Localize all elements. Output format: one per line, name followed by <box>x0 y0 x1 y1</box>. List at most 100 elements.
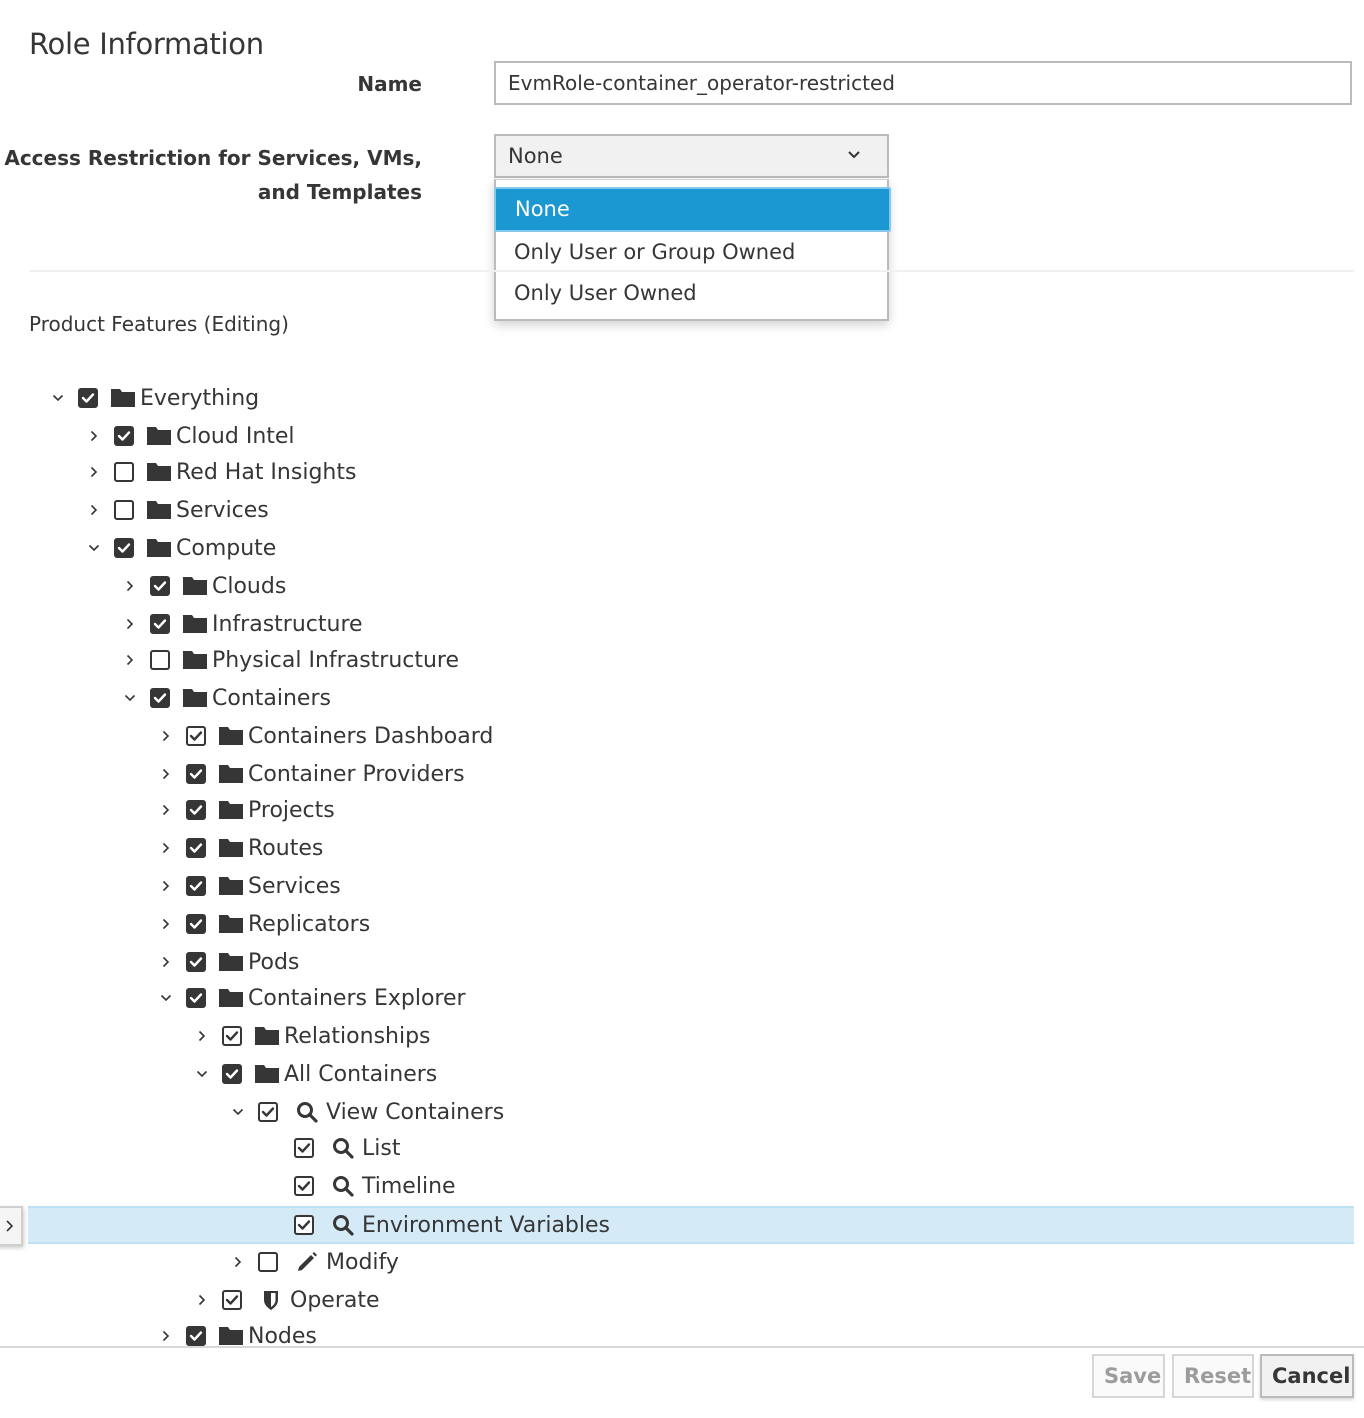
tree-node-label[interactable]: Nodes <box>248 1324 317 1349</box>
tree-node[interactable]: Infrastructure <box>28 606 1354 642</box>
tree-node-label[interactable]: Services <box>176 498 269 523</box>
tree-node[interactable]: View Containers <box>28 1094 1354 1130</box>
dropdown-option-none[interactable]: None <box>494 187 891 232</box>
tree-node[interactable]: Operate <box>28 1282 1354 1318</box>
tree-node-label[interactable]: Everything <box>140 386 259 411</box>
tree-node-label[interactable]: Compute <box>176 536 276 561</box>
tree-node-checkbox[interactable] <box>186 1326 206 1346</box>
tree-node-checkbox[interactable] <box>78 388 98 408</box>
tree-node[interactable]: Replicators <box>28 906 1354 942</box>
tree-node-label[interactable]: Cloud Intel <box>176 424 295 449</box>
chevron-right-icon[interactable] <box>228 1250 248 1274</box>
tree-node-checkbox[interactable] <box>114 426 134 446</box>
tree-node-label[interactable]: Containers Explorer <box>248 986 466 1011</box>
tree-node[interactable]: Clouds <box>28 568 1354 604</box>
cancel-button[interactable]: Cancel <box>1260 1354 1354 1398</box>
chevron-right-icon[interactable] <box>84 424 104 448</box>
tree-node-label[interactable]: Projects <box>248 798 335 823</box>
name-input[interactable] <box>494 61 1352 105</box>
chevron-right-icon[interactable] <box>156 836 176 860</box>
tree-node-checkbox[interactable] <box>258 1252 278 1272</box>
chevron-right-icon[interactable] <box>156 762 176 786</box>
tree-node[interactable]: All Containers <box>28 1056 1354 1092</box>
chevron-right-icon[interactable] <box>192 1288 212 1312</box>
tree-node-label[interactable]: All Containers <box>284 1062 437 1087</box>
tree-node[interactable]: Containers Explorer <box>28 980 1354 1016</box>
tree-node-checkbox[interactable] <box>258 1102 278 1122</box>
tree-node-checkbox[interactable] <box>114 500 134 520</box>
chevron-right-icon[interactable] <box>156 798 176 822</box>
chevron-right-icon[interactable] <box>156 874 176 898</box>
tree-node-checkbox[interactable] <box>294 1176 314 1196</box>
chevron-right-icon[interactable] <box>192 1024 212 1048</box>
tree-node-checkbox[interactable] <box>150 688 170 708</box>
tree-node-label[interactable]: Pods <box>248 950 299 975</box>
chevron-right-icon[interactable] <box>156 724 176 748</box>
tree-node-checkbox[interactable] <box>150 614 170 634</box>
tree-node[interactable]: Services <box>28 868 1354 904</box>
tree-node-label[interactable]: Services <box>248 874 341 899</box>
tree-node-label[interactable]: Clouds <box>212 574 286 599</box>
chevron-down-icon[interactable] <box>120 686 140 710</box>
sidebar-expand-toggle[interactable] <box>0 1206 23 1246</box>
tree-node-checkbox[interactable] <box>222 1290 242 1310</box>
tree-node-checkbox[interactable] <box>186 800 206 820</box>
tree-node[interactable]: Environment Variables <box>28 1206 1354 1244</box>
tree-node-label[interactable]: Containers <box>212 686 331 711</box>
tree-node[interactable]: Compute <box>28 530 1354 566</box>
tree-node-label[interactable]: Physical Infrastructure <box>212 648 459 673</box>
dropdown-option-only-user-owned[interactable]: Only User Owned <box>496 273 887 313</box>
tree-node-checkbox[interactable] <box>186 876 206 896</box>
chevron-right-icon[interactable] <box>120 574 140 598</box>
tree-node-label[interactable]: Containers Dashboard <box>248 724 493 749</box>
tree-node[interactable]: Timeline <box>28 1168 1354 1204</box>
chevron-right-icon[interactable] <box>120 648 140 672</box>
chevron-right-icon[interactable] <box>120 612 140 636</box>
tree-node[interactable]: List <box>28 1130 1354 1166</box>
tree-node-checkbox[interactable] <box>222 1026 242 1046</box>
chevron-right-icon[interactable] <box>84 498 104 522</box>
tree-node-label[interactable]: Red Hat Insights <box>176 460 356 485</box>
tree-node[interactable]: Relationships <box>28 1018 1354 1054</box>
tree-node[interactable]: Projects <box>28 792 1354 828</box>
chevron-down-icon[interactable] <box>192 1062 212 1086</box>
tree-node-checkbox[interactable] <box>114 538 134 558</box>
tree-node-checkbox[interactable] <box>294 1138 314 1158</box>
tree-node[interactable]: Everything <box>28 380 1354 416</box>
tree-node-label[interactable]: Modify <box>326 1250 399 1275</box>
tree-node-label[interactable]: Replicators <box>248 912 370 937</box>
tree-node[interactable]: Pods <box>28 944 1354 980</box>
chevron-right-icon[interactable] <box>156 1324 176 1348</box>
chevron-right-icon[interactable] <box>84 460 104 484</box>
chevron-down-icon[interactable] <box>84 536 104 560</box>
access-restriction-select[interactable]: None <box>494 134 889 178</box>
chevron-down-icon[interactable] <box>48 386 68 410</box>
tree-node-checkbox[interactable] <box>186 838 206 858</box>
tree-node-checkbox[interactable] <box>222 1064 242 1084</box>
tree-node[interactable]: Cloud Intel <box>28 418 1354 454</box>
tree-node[interactable]: Containers <box>28 680 1354 716</box>
tree-node-checkbox[interactable] <box>186 988 206 1008</box>
tree-node-checkbox[interactable] <box>186 952 206 972</box>
tree-node[interactable]: Containers Dashboard <box>28 718 1354 754</box>
chevron-down-icon[interactable] <box>228 1100 248 1124</box>
tree-node-label[interactable]: Environment Variables <box>362 1213 610 1238</box>
tree-node[interactable]: Red Hat Insights <box>28 454 1354 490</box>
tree-node-checkbox[interactable] <box>186 914 206 934</box>
tree-node-label[interactable]: Routes <box>248 836 323 861</box>
tree-node-checkbox[interactable] <box>294 1215 314 1235</box>
save-button[interactable]: Save <box>1092 1354 1165 1398</box>
tree-node-label[interactable]: List <box>362 1136 400 1161</box>
tree-node[interactable]: Routes <box>28 830 1354 866</box>
tree-node-label[interactable]: Infrastructure <box>212 612 363 637</box>
tree-node-label[interactable]: Container Providers <box>248 762 465 787</box>
tree-node[interactable]: Modify <box>28 1244 1354 1280</box>
tree-node[interactable]: Physical Infrastructure <box>28 642 1354 678</box>
chevron-right-icon[interactable] <box>156 950 176 974</box>
tree-node-checkbox[interactable] <box>186 726 206 746</box>
reset-button[interactable]: Reset <box>1172 1354 1254 1398</box>
tree-node-label[interactable]: Operate <box>290 1288 380 1313</box>
chevron-right-icon[interactable] <box>156 912 176 936</box>
tree-node-checkbox[interactable] <box>150 650 170 670</box>
tree-node-label[interactable]: View Containers <box>326 1100 504 1125</box>
